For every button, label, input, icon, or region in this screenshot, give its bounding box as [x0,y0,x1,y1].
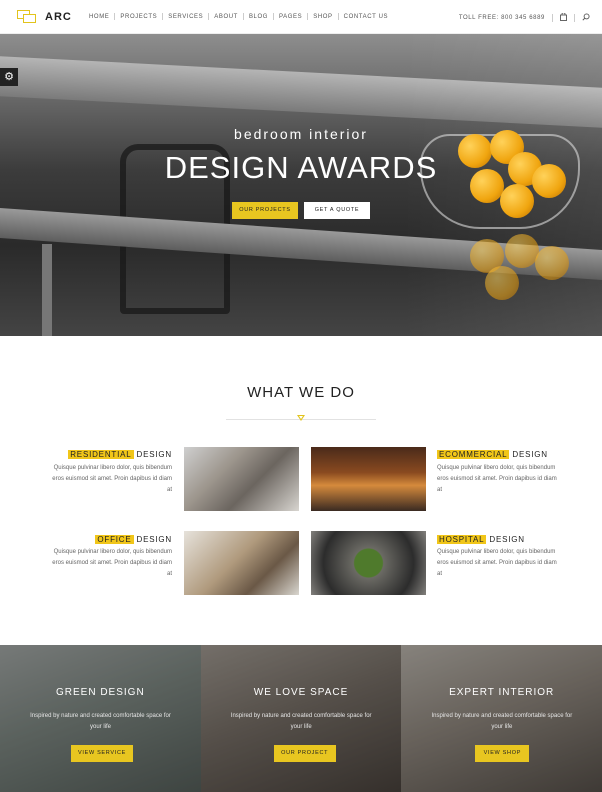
service-highlight: ECOMMERCIAL [437,450,510,459]
hospital-design-image[interactable] [311,531,426,595]
service-highlight: RESIDENTIAL [68,450,134,459]
hero-title: DESIGN AWARDS [164,150,438,185]
bag-icon[interactable] [560,12,567,23]
nav-contact[interactable]: CONTACT US [339,14,393,20]
logo-icon [17,10,37,24]
service-description: Quisque pulvinar libero dolor, quis bibe… [52,465,172,493]
nav-shop[interactable]: SHOP [308,14,337,20]
service-title-rest: DESIGN [133,535,172,544]
service-title-hospital[interactable]: HOSPITAL DESIGN [437,535,525,544]
service-description: Quisque pulvinar libero dolor, quis bibe… [52,549,172,577]
panel-expert-interior: EXPERT INTERIOR Inspired by nature and c… [401,645,602,792]
our-project-button[interactable]: OUR PROJECT [273,745,336,762]
panel-we-love-space: WE LOVE SPACE Inspired by nature and cre… [200,645,402,792]
panel-title: EXPERT INTERIOR [449,687,555,698]
panel-title: GREEN DESIGN [55,687,145,698]
orange-reflection-decor [535,246,569,280]
main-nav: HOME PROJECTS SERVICES ABOUT BLOG PAGES … [84,13,393,20]
ecommercial-design-image[interactable] [311,447,426,511]
orange-reflection-decor [505,234,539,268]
search-icon[interactable] [582,13,590,23]
hero-table-leg-decor [42,244,52,336]
our-projects-button[interactable]: OUR PROJECTS [232,202,298,219]
service-highlight: OFFICE [95,535,134,544]
view-shop-button[interactable]: VIEW SHOP [475,745,530,762]
nav-home[interactable]: HOME [84,14,114,20]
site-header: ARC HOME PROJECTS SERVICES ABOUT BLOG PA… [0,0,602,34]
section-title: WHAT WE DO [247,384,355,401]
service-highlight: HOSPITAL [437,535,487,544]
hero-banner: ⚙ bedroom interior DESIGN AWARDS OUR PRO… [0,34,602,336]
nav-blog[interactable]: BLOG [244,14,273,20]
view-service-button[interactable]: VIEW SERVICE [71,745,133,762]
panel-text: Inspired by nature and created comfortab… [230,713,372,730]
panel-title: WE LOVE SPACE [253,687,349,698]
get-a-quote-button[interactable]: GET A QUOTE [304,202,370,219]
feature-panels: GREEN DESIGN Inspired by nature and crea… [0,645,602,792]
nav-projects[interactable]: PROJECTS [115,14,162,20]
service-title-rest: DESIGN [486,535,525,544]
logo[interactable]: ARC [17,10,72,24]
orange-reflection-decor [485,266,519,300]
toll-free-number: TOLL FREE: 800 345 6889 [458,15,545,21]
nav-services[interactable]: SERVICES [163,14,208,20]
service-title-residential[interactable]: RESIDENTIAL DESIGN [68,450,172,459]
service-title-office[interactable]: OFFICE DESIGN [95,535,172,544]
service-title-rest: DESIGN [133,450,172,459]
triangle-icon-inner [299,416,303,419]
nav-pages[interactable]: PAGES [274,14,307,20]
panel-green-design: GREEN DESIGN Inspired by nature and crea… [0,645,201,792]
panel-text: Inspired by nature and created comfortab… [30,713,171,730]
service-description: Quisque pulvinar libero dolor, quis bibe… [437,465,557,493]
nav-about[interactable]: ABOUT [209,14,243,20]
header-divider [574,14,575,22]
gear-icon[interactable]: ⚙ [0,68,18,86]
logo-text[interactable]: ARC [45,11,72,23]
service-title-rest: DESIGN [509,450,548,459]
residential-design-image[interactable] [184,447,299,511]
header-divider [552,14,553,22]
panel-text: Inspired by nature and created comfortab… [431,713,573,730]
orange-decor [500,184,534,218]
hero-subtitle: bedroom interior [234,126,368,142]
office-design-image[interactable] [184,531,299,595]
service-description: Quisque pulvinar libero dolor, quis bibe… [437,549,557,577]
service-title-ecommercial[interactable]: ECOMMERCIAL DESIGN [437,450,548,459]
header-tools: TOLL FREE: 800 345 6889 [458,12,590,23]
